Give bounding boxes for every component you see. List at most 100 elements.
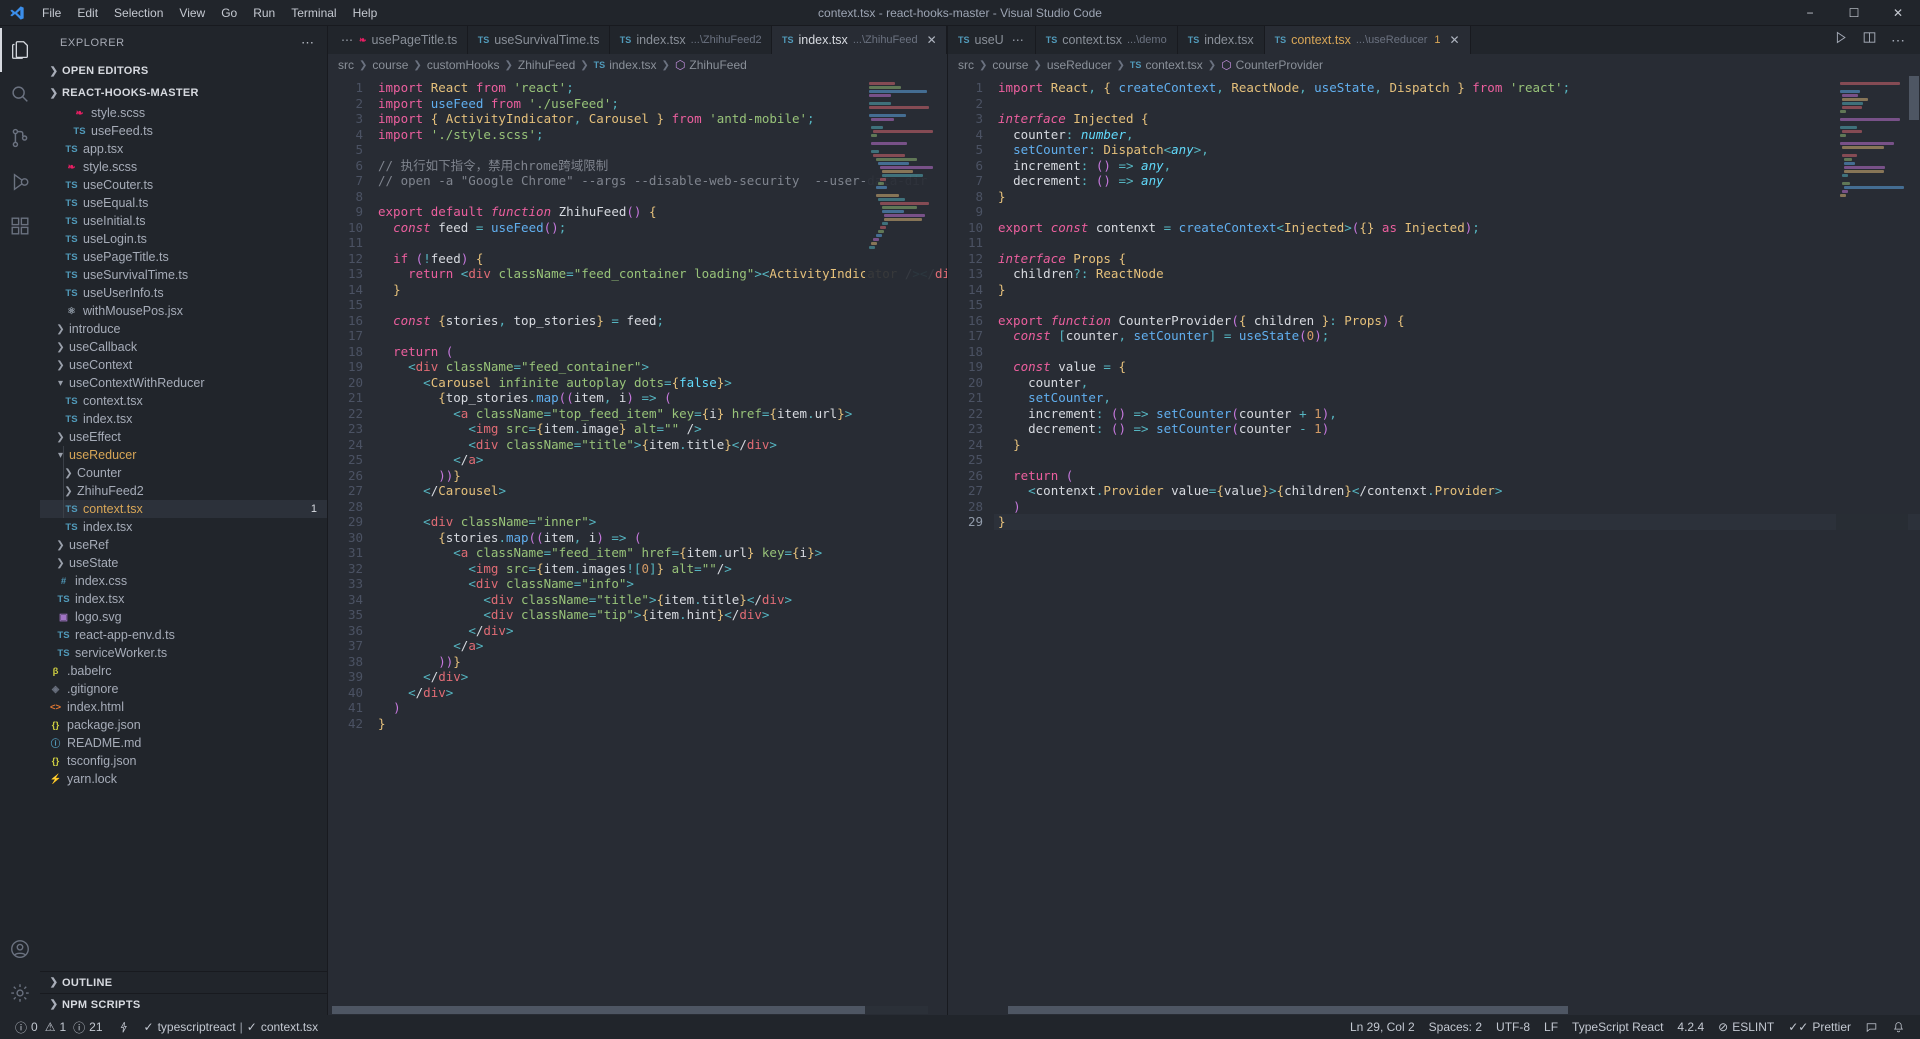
code-line[interactable]: <div className="title">{item.title}</div… (374, 437, 947, 453)
menu-run[interactable]: Run (245, 3, 283, 23)
split-editor-icon[interactable] (1862, 30, 1877, 50)
status-radio-tower-icon[interactable] (110, 1015, 137, 1039)
editor-tab[interactable]: ⋯ ❧ usePageTitle.ts (328, 26, 468, 54)
code-line[interactable]: export const contenxt = createContext<In… (994, 220, 1920, 236)
tree-file[interactable]: TS app.tsx (40, 140, 327, 158)
tree-folder[interactable]: ❯ useState (40, 554, 327, 572)
tab-close-icon[interactable]: ✕ (1450, 33, 1460, 47)
run-icon[interactable] (1833, 30, 1848, 50)
code-line[interactable]: return <div className="feed_container lo… (374, 266, 947, 282)
menu-go[interactable]: Go (213, 3, 245, 23)
status-problems[interactable]: ⓘ 0 ⚠ 1 ⓘ 21 (8, 1015, 110, 1039)
scrollbar-thumb[interactable] (1909, 76, 1919, 120)
scrollbar-thumb[interactable] (1008, 1006, 1568, 1014)
status-bell-icon[interactable] (1885, 1015, 1912, 1039)
code-line[interactable]: </Carousel> (374, 483, 947, 499)
tree-file[interactable]: ◈ .gitignore (40, 680, 327, 698)
activity-explorer-icon[interactable] (0, 28, 40, 72)
menu-help[interactable]: Help (345, 3, 386, 23)
status-cursor-position[interactable]: Ln 29, Col 2 (1343, 1015, 1422, 1039)
code-line[interactable]: <contenxt.Provider value={value}>{childr… (994, 483, 1920, 499)
code-line[interactable]: </div> (374, 669, 947, 685)
code-line[interactable]: import useFeed from './useFeed'; (374, 96, 947, 112)
code-line[interactable]: export function CounterProvider({ childr… (994, 313, 1920, 329)
minimap-left[interactable] (865, 76, 935, 1015)
maximize-button[interactable]: ☐ (1832, 0, 1876, 26)
section-outline[interactable]: ❯ OUTLINE (40, 971, 327, 993)
code-line[interactable]: increment: () => setCounter(counter + 1)… (994, 406, 1920, 422)
tree-file[interactable]: TS useLogin.ts (40, 230, 327, 248)
tree-file[interactable]: TS useSurvivalTime.ts (40, 266, 327, 284)
tab-bar-right[interactable]: TS useU ⋯ TS context.tsx ...\demo TS index.tsx T… (948, 26, 1920, 54)
code-line[interactable]: </a> (374, 638, 947, 654)
activity-extensions-icon[interactable] (0, 204, 40, 248)
tree-folder[interactable]: ❯ useRef (40, 536, 327, 554)
code-line[interactable] (994, 204, 1920, 220)
breadcrumb-item[interactable]: src (958, 58, 974, 72)
tree-file[interactable]: ❧ style.scss (40, 104, 327, 122)
tree-file[interactable]: ❧ style.scss (40, 158, 327, 176)
editor-actions[interactable]: ⋯ (1819, 26, 1920, 54)
editor-tab[interactable]: TS useU ⋯ (948, 26, 1036, 54)
code-line[interactable]: decrement: () => any (994, 173, 1920, 189)
editor-tab[interactable]: TS context.tsx ...\useReducer 1 ✕ (1264, 26, 1471, 54)
tree-file[interactable]: TS useInitial.ts (40, 212, 327, 230)
code-line[interactable]: } (994, 437, 1920, 453)
status-encoding[interactable]: UTF-8 (1489, 1015, 1537, 1039)
breadcrumb-item[interactable]: customHooks (427, 58, 500, 72)
code-line[interactable] (994, 344, 1920, 360)
code-line[interactable] (374, 328, 947, 344)
scrollbar-vertical-right[interactable] (1908, 76, 1920, 1015)
code-line[interactable]: } (994, 189, 1920, 205)
code-line[interactable]: <a className="top_feed_item" key={i} hre… (374, 406, 947, 422)
code-line[interactable]: interface Injected { (994, 111, 1920, 127)
code-line[interactable]: // 执行如下指令，禁用chrome跨域限制 (374, 158, 947, 174)
tree-file[interactable]: TS useCouter.ts (40, 176, 327, 194)
breadcrumb-item[interactable]: src (338, 58, 354, 72)
tree-file[interactable]: TS react-app-env.d.ts (40, 626, 327, 644)
activity-source-control-icon[interactable] (0, 116, 40, 160)
code-editor-right[interactable]: 1 2 3 4 5 6 7 8 9 10 11 12 13 14 15 16 17 18 19 20 21 22 23 24 2… (948, 76, 1920, 1015)
status-feedback-icon[interactable] (1858, 1015, 1885, 1039)
tree-file[interactable]: # index.css (40, 572, 327, 590)
tree-file[interactable]: TS index.tsx (40, 590, 327, 608)
code-line[interactable] (374, 189, 947, 205)
file-tree[interactable]: ❧ style.scss TS useFeed.ts TS app.tsx ❧ style.s… (40, 104, 327, 1015)
tree-file[interactable]: {} tsconfig.json (40, 752, 327, 770)
breadcrumb-item[interactable]: ZhihuFeed (518, 58, 575, 72)
tab-bar-left[interactable]: ⋯ ❧ usePageTitle.ts TS useSurvivalTime.ts TS i… (328, 26, 947, 54)
code-line[interactable]: </div> (374, 685, 947, 701)
tree-file[interactable]: TS serviceWorker.ts (40, 644, 327, 662)
tree-folder[interactable]: ❯ ZhihuFeed2 (40, 482, 327, 500)
code-line[interactable]: } (374, 282, 947, 298)
tree-file[interactable]: β .babelrc (40, 662, 327, 680)
code-line[interactable]: export default function ZhihuFeed() { (374, 204, 947, 220)
code-line[interactable] (374, 297, 947, 313)
code-line[interactable]: </a> (374, 452, 947, 468)
code-line[interactable]: const {stories, top_stories} = feed; (374, 313, 947, 329)
breadcrumb-item[interactable]: context.tsx (1145, 58, 1202, 72)
tree-file[interactable]: TS useUserInfo.ts (40, 284, 327, 302)
code-line[interactable]: <img src={item.images![0]} alt=""/> (374, 561, 947, 577)
code-line[interactable]: import { ActivityIndicator, Carousel } f… (374, 111, 947, 127)
tree-folder[interactable]: ❯ useEffect (40, 428, 327, 446)
tree-folder[interactable]: ❯ Counter (40, 464, 327, 482)
code-line[interactable]: counter, (994, 375, 1920, 391)
status-eslint[interactable]: ⊘ ESLINT (1711, 1015, 1781, 1039)
status-ts-version[interactable]: 4.2.4 (1670, 1015, 1711, 1039)
code-line[interactable]: const feed = useFeed(); (374, 220, 947, 236)
code-line[interactable]: </div> (374, 623, 947, 639)
minimize-button[interactable]: − (1788, 0, 1832, 26)
code-content-left[interactable]: import React from 'react'; import useFeed… (374, 76, 947, 1015)
code-line[interactable] (374, 235, 947, 251)
menu-terminal[interactable]: Terminal (283, 3, 344, 23)
code-line[interactable]: import './style.scss'; (374, 127, 947, 143)
activity-account-icon[interactable] (0, 927, 40, 971)
tree-file[interactable]: ⚡ yarn.lock (40, 770, 327, 788)
tree-file[interactable]: TS context.tsx (40, 392, 327, 410)
breadcrumb-item[interactable]: CounterProvider (1236, 58, 1323, 72)
tree-file[interactable]: ▣ logo.svg (40, 608, 327, 626)
menu-view[interactable]: View (171, 3, 213, 23)
code-line[interactable]: const [counter, setCounter] = useState(0… (994, 328, 1920, 344)
code-line[interactable]: return ( (374, 344, 947, 360)
